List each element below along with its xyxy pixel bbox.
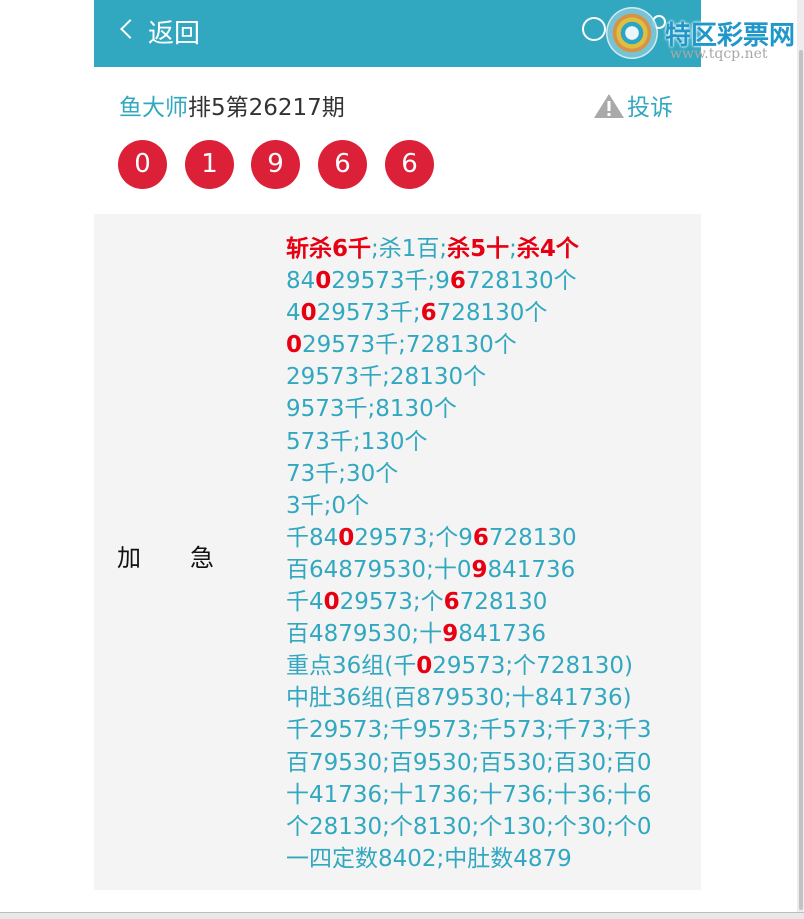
prediction-line: 千4029573;个6728130 (286, 586, 696, 618)
author-link[interactable]: 鱼大师 (119, 95, 188, 121)
logo-swirl-icon (606, 7, 658, 59)
line-text: 29573千;9 (331, 268, 450, 295)
line-text: 9573千;8130个 (286, 396, 457, 423)
highlight-digit: 杀5十 (447, 236, 510, 262)
highlight-digit: 斩杀6千 (286, 236, 372, 262)
line-text: 728130 (488, 524, 577, 551)
line-text: 千29573;千9573;千573;千73;千3 (286, 717, 652, 744)
prediction-line: 中肚36组(百879530;十841736) (286, 682, 696, 714)
line-text: 3千;0个 (286, 492, 370, 519)
prediction-line: 3千;0个 (286, 490, 696, 522)
line-text: 841736 (487, 556, 576, 583)
line-text: 百4879530;十 (286, 621, 443, 648)
prediction-line: 573千;130个 (286, 426, 696, 458)
priority-label-right: 急 (190, 544, 214, 572)
line-text: 百64879530;十0 (286, 556, 472, 583)
line-text: 84 (286, 268, 316, 295)
number-ball: 9 (251, 140, 300, 189)
line-text: 一四定数8402;中肚数4879 (286, 845, 572, 872)
line-text: 百79530;百9530;百530;百30;百0 (286, 749, 652, 776)
prediction-line: 一四定数8402;中肚数4879 (286, 843, 696, 875)
line-text: 29573;个 (339, 589, 444, 616)
highlight-digit: 0 (416, 653, 433, 680)
prediction-line: 重点36组(千029573;个728130) (286, 650, 696, 682)
prediction-content: 斩杀6千;杀1百;杀5十;杀4个 84029573千;96728130个 40295… (286, 233, 696, 875)
line-text: ;杀1百; (371, 236, 448, 262)
line-text: 个28130;个8130;个130;个30;个0 (286, 813, 652, 840)
highlight-digit: 9 (442, 621, 459, 648)
line-text: 29573千;28130个 (286, 364, 487, 391)
number-ball: 1 (185, 140, 234, 189)
prediction-line: 84029573千;96728130个 (286, 265, 696, 297)
highlight-digit: 0 (286, 332, 303, 359)
line-text: 29573;个728130) (432, 653, 633, 680)
prediction-line: 73千;30个 (286, 458, 696, 490)
back-button[interactable]: 返回 (148, 17, 200, 51)
line-text: 29573;个9 (354, 524, 473, 551)
highlight-digit: 0 (315, 268, 332, 295)
highlight-digit: 6 (443, 589, 460, 616)
priority-label-left: 加 (117, 544, 141, 572)
line-text: 千84 (286, 524, 339, 551)
prediction-line: 十41736;十1736;十736;十36;十6 (286, 779, 696, 811)
line-text: 573千;130个 (286, 428, 428, 455)
line-text: 29573千;728130个 (302, 332, 517, 359)
prediction-line: 029573千;728130个 (286, 329, 696, 361)
line-text: 73千;30个 (286, 460, 399, 487)
line-text: 841736 (458, 621, 547, 648)
line-text: 千4 (286, 589, 324, 616)
line-text: 4 (286, 300, 301, 327)
highlight-digit: 0 (338, 524, 355, 551)
highlight-digit: 6 (472, 524, 489, 551)
scrollbar-thumb[interactable] (799, 50, 803, 910)
highlight-digit: 0 (300, 300, 317, 327)
site-watermark-logo: 特区彩票网 www.tqcp.net (600, 6, 800, 66)
highlight-digit: 0 (323, 589, 340, 616)
prediction-line: 千29573;千9573;千573;千73;千3 (286, 714, 696, 746)
warning-icon (593, 93, 625, 119)
highlight-digit: 杀4个 (516, 236, 579, 262)
issue-label: 排5第26217期 (188, 95, 345, 121)
prediction-line: 百79530;百9530;百530;百30;百0 (286, 747, 696, 779)
highlight-digit: 6 (420, 300, 437, 327)
line-text: 728130个 (436, 300, 548, 327)
line-text: 重点36组(千 (286, 653, 417, 680)
line-text: 十41736;十1736;十736;十36;十6 (286, 781, 652, 808)
line-text: 29573千; (316, 300, 421, 327)
line-text: 728130个 (465, 268, 577, 295)
prediction-line: 4029573千;6728130个 (286, 297, 696, 329)
prediction-line: 29573千;28130个 (286, 361, 696, 393)
line-text: ; (509, 236, 517, 262)
prediction-line: 百4879530;十9841736 (286, 618, 696, 650)
number-ball: 6 (318, 140, 367, 189)
prediction-line: 斩杀6千;杀1百;杀5十;杀4个 (286, 233, 696, 265)
line-text: 中肚36组(百879530;十841736) (286, 685, 632, 712)
logo-url: www.tqcp.net (670, 46, 768, 62)
prediction-line: 个28130;个8130;个130;个30;个0 (286, 811, 696, 843)
prediction-line: 9573千;8130个 (286, 393, 696, 425)
highlight-digit: 6 (449, 268, 466, 295)
report-label: 投诉 (627, 95, 673, 121)
highlight-digit: 9 (471, 556, 488, 583)
page-title: 鱼大师排5第26217期 (119, 92, 345, 124)
number-ball: 6 (385, 140, 434, 189)
line-text: 728130 (459, 589, 548, 616)
report-button[interactable]: 投诉 (593, 92, 673, 124)
prediction-line: 百64879530;十09841736 (286, 554, 696, 586)
number-ball: 0 (118, 140, 167, 189)
prediction-line: 千84029573;个96728130 (286, 522, 696, 554)
